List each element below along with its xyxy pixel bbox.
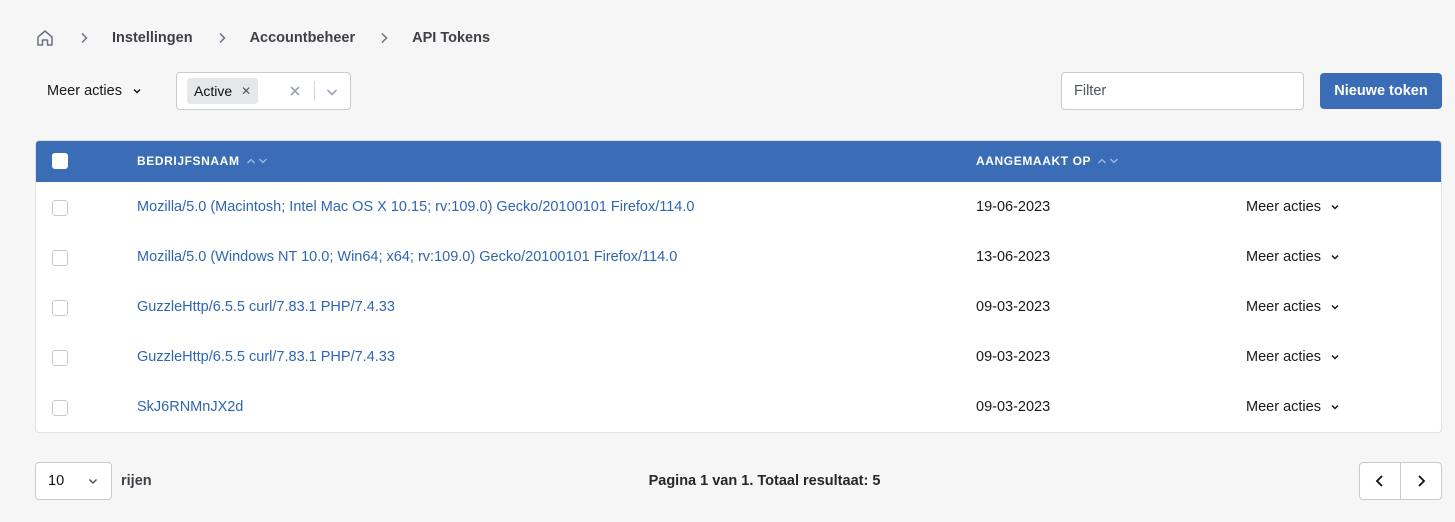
next-page-button[interactable] [1400, 463, 1441, 499]
row-actions-dropdown[interactable]: Meer acties [1246, 399, 1340, 415]
row-checkbox[interactable] [52, 250, 68, 266]
row-actions-label: Meer acties [1246, 299, 1321, 315]
chevron-down-icon [1331, 404, 1339, 410]
clear-icon[interactable] [288, 84, 302, 98]
token-name-link[interactable]: Mozilla/5.0 (Windows NT 10.0; Win64; x64… [137, 249, 677, 265]
row-actions-label: Meer acties [1246, 399, 1321, 415]
pagination-info: Pagina 1 van 1. Totaal resultaat: 5 [648, 473, 881, 489]
created-date: 09-03-2023 [976, 299, 1051, 315]
token-name-link[interactable]: GuzzleHttp/6.5.5 curl/7.83.1 PHP/7.4.33 [137, 349, 395, 365]
chevron-down-icon [1331, 204, 1339, 210]
row-actions-dropdown[interactable]: Meer acties [1246, 349, 1340, 365]
breadcrumb-item-api-tokens[interactable]: API Tokens [412, 30, 490, 46]
row-actions-dropdown[interactable]: Meer acties [1246, 249, 1340, 265]
row-actions-dropdown[interactable]: Meer acties [1246, 199, 1340, 215]
created-date: 19-06-2023 [976, 199, 1051, 215]
column-header-aangemaakt-op[interactable]: AANGEMAAKT OP [976, 154, 1119, 168]
new-token-button[interactable]: Nieuwe token [1320, 73, 1442, 109]
chevron-right-icon [216, 32, 228, 44]
bulk-actions-dropdown[interactable]: Meer acties [47, 80, 142, 102]
breadcrumb: Instellingen Accountbeheer API Tokens [35, 27, 490, 49]
breadcrumb-item-instellingen[interactable]: Instellingen [112, 30, 193, 46]
filter-input[interactable] [1061, 72, 1304, 110]
pagination-controls [1359, 462, 1442, 500]
row-checkbox[interactable] [52, 350, 68, 366]
home-icon[interactable] [35, 28, 55, 48]
bulk-actions-label: Meer acties [47, 83, 122, 99]
row-actions-dropdown[interactable]: Meer acties [1246, 299, 1340, 315]
column-header-label: BEDRIJFSNAAM [137, 154, 240, 168]
row-checkbox[interactable] [52, 300, 68, 316]
table-header: BEDRIJFSNAAM AANGEMAAKT OP [36, 141, 1441, 182]
chevron-down-icon [1331, 254, 1339, 260]
tokens-table: BEDRIJFSNAAM AANGEMAAKT OP Mozilla/5.0 (… [35, 140, 1442, 433]
row-actions-label: Meer acties [1246, 199, 1321, 215]
chevron-right-icon [378, 32, 390, 44]
row-actions-label: Meer acties [1246, 349, 1321, 365]
row-actions-label: Meer acties [1246, 249, 1321, 265]
chevron-down-icon[interactable] [324, 84, 340, 100]
column-header-bedrijfsnaam[interactable]: BEDRIJFSNAAM [137, 154, 268, 168]
table-row: Mozilla/5.0 (Macintosh; Intel Mac OS X 1… [36, 182, 1441, 232]
column-header-label: AANGEMAAKT OP [976, 154, 1092, 168]
created-date: 09-03-2023 [976, 399, 1051, 415]
tag-remove-icon[interactable]: ✕ [241, 85, 251, 97]
chevron-right-icon [78, 32, 90, 44]
created-date: 13-06-2023 [976, 249, 1051, 265]
status-filter-select[interactable]: Active ✕ [176, 72, 351, 110]
token-name-link[interactable]: GuzzleHttp/6.5.5 curl/7.83.1 PHP/7.4.33 [137, 299, 395, 315]
token-name-link[interactable]: Mozilla/5.0 (Macintosh; Intel Mac OS X 1… [137, 199, 694, 215]
table-row: GuzzleHttp/6.5.5 curl/7.83.1 PHP/7.4.33 … [36, 282, 1441, 332]
select-divider [314, 81, 315, 101]
table-row: SkJ6RNMnJX2d 09-03-2023 Meer acties [36, 382, 1441, 432]
created-date: 09-03-2023 [976, 349, 1051, 365]
token-name-link[interactable]: SkJ6RNMnJX2d [137, 399, 243, 415]
chevron-down-icon [1331, 354, 1339, 360]
previous-page-button[interactable] [1360, 463, 1400, 499]
breadcrumb-item-accountbeheer[interactable]: Accountbeheer [250, 30, 356, 46]
row-checkbox[interactable] [52, 400, 68, 416]
status-tag: Active ✕ [187, 78, 259, 104]
sort-icon[interactable] [1097, 157, 1119, 165]
sort-icon[interactable] [246, 157, 268, 165]
status-tag-label: Active [194, 83, 233, 99]
select-all-checkbox[interactable] [52, 153, 68, 169]
chevron-left-icon [1375, 475, 1383, 487]
chevron-down-icon [133, 88, 141, 94]
chevron-right-icon [1418, 475, 1426, 487]
table-row: Mozilla/5.0 (Windows NT 10.0; Win64; x64… [36, 232, 1441, 282]
table-row: GuzzleHttp/6.5.5 curl/7.83.1 PHP/7.4.33 … [36, 332, 1441, 382]
row-checkbox[interactable] [52, 200, 68, 216]
chevron-down-icon [1331, 304, 1339, 310]
